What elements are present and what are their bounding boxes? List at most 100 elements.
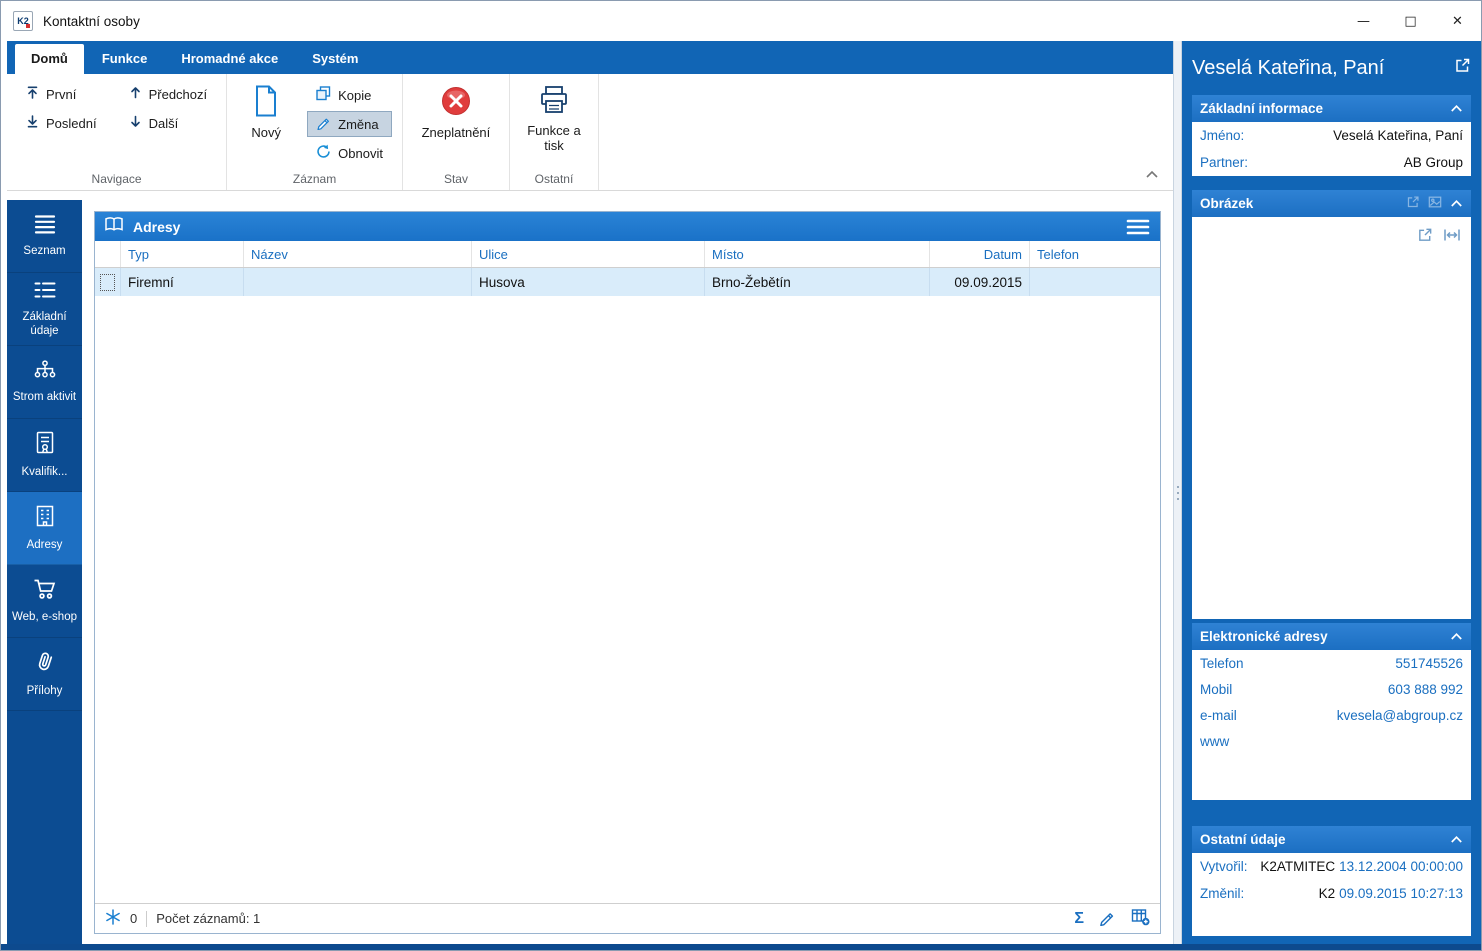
details-panel: Veselá Kateřina, Paní Základní informace… [1182, 41, 1481, 944]
change-record-button[interactable]: Změna [307, 111, 392, 137]
tab-funkce[interactable]: Funkce [86, 44, 164, 74]
sidebar-item-label: Přílohy [26, 684, 63, 697]
menu-icon [33, 214, 57, 239]
section-other-header[interactable]: Ostatní údaje [1192, 826, 1471, 853]
arrow-down-bar-icon [26, 115, 39, 131]
field-telefon: Telefon 551745526 [1192, 650, 1471, 676]
column-header-misto[interactable]: Místo [705, 241, 930, 267]
sidebar-item-seznam[interactable]: Seznam [7, 200, 82, 273]
maximize-button[interactable]: □ [1387, 1, 1434, 41]
collapse-chevron-icon[interactable] [1450, 832, 1463, 847]
mobile-link[interactable]: 603 888 992 [1388, 682, 1463, 697]
tree-icon [33, 360, 57, 385]
sidebar-item-label: Adresy [26, 538, 63, 551]
last-record-label: Poslední [46, 115, 97, 131]
previous-record-button[interactable]: Předchozí [120, 82, 217, 106]
picture-external-icon[interactable] [1417, 227, 1433, 248]
group-label-navigace: Navigace [91, 171, 142, 186]
section-title: Ostatní údaje [1200, 832, 1286, 847]
changed-date[interactable]: 09.09.2015 10:27:13 [1339, 886, 1463, 901]
column-header-datum[interactable]: Datum [930, 241, 1030, 267]
new-record-label: Nový [251, 124, 281, 140]
tab-domu[interactable]: Domů [15, 44, 84, 74]
previous-record-label: Předchozí [148, 86, 208, 102]
collapse-chevron-icon[interactable] [1450, 196, 1463, 211]
sidebar-item-prilohy[interactable]: Přílohy [7, 638, 82, 712]
section-electronic-header[interactable]: Elektronické adresy [1192, 623, 1471, 650]
field-label: Telefon [1200, 655, 1244, 671]
functions-print-button[interactable]: Funkce a tisk [520, 82, 588, 157]
tab-hromadne-akce[interactable]: Hromadné akce [165, 44, 294, 74]
created-date[interactable]: 13.12.2004 00:00:00 [1339, 859, 1463, 874]
ribbon-group-navigace: První Poslední Předchozí Další Navigace [7, 74, 228, 190]
arrow-up-icon [129, 86, 142, 102]
picture-open-icon[interactable] [1406, 195, 1420, 212]
sum-icon[interactable]: Σ [1074, 910, 1084, 928]
sidebar-item-strom-aktivit[interactable]: Strom aktivit [7, 346, 82, 420]
last-record-button[interactable]: Poslední [17, 111, 106, 135]
field-label: Vytvořil: [1200, 859, 1248, 874]
first-record-button[interactable]: První [17, 82, 106, 106]
window-title: Kontaktní osoby [43, 13, 140, 29]
titlebar: K2 Kontaktní osoby — □ ✕ [1, 1, 1481, 41]
field-label: www [1200, 733, 1230, 749]
section-other-body: Vytvořil: K2ATMITEC 13.12.2004 00:00:00 Z… [1192, 853, 1471, 936]
section-picture-header[interactable]: Obrázek [1192, 190, 1471, 217]
cell-ulice: Husova [472, 268, 705, 296]
group-label-zaznam: Záznam [292, 171, 337, 186]
sidebar-item-kvalifikace[interactable]: Kvalifik... [7, 419, 82, 493]
email-link[interactable]: kvesela@abgroup.cz [1337, 708, 1463, 723]
nav-sidebar: Seznam Základní údaje Strom aktivit Kval… [7, 200, 82, 944]
book-icon [104, 216, 124, 237]
section-title: Základní informace [1200, 101, 1324, 116]
section-other-info: Ostatní údaje Vytvořil: K2ATMITEC 13.12.2… [1192, 826, 1471, 936]
column-header-nazev[interactable]: Název [244, 241, 472, 267]
copy-record-button[interactable]: Kopie [307, 82, 392, 108]
copy-record-label: Kopie [338, 87, 372, 103]
section-title: Elektronické adresy [1200, 629, 1328, 644]
next-record-button[interactable]: Další [120, 111, 217, 135]
field-label: Partner: [1200, 155, 1249, 170]
table-row[interactable]: Firemní Husova Brno-Žebětín 09.09.2015 [95, 268, 1160, 296]
field-label: Jméno: [1200, 128, 1245, 143]
functions-print-label: Funkce a tisk [527, 122, 581, 153]
invalidate-button[interactable]: Zneplatnění [413, 82, 499, 144]
section-basic-header[interactable]: Základní informace [1192, 95, 1471, 122]
row-selector-cell[interactable] [95, 268, 121, 296]
snowflake-icon[interactable] [105, 909, 121, 928]
minimize-button[interactable]: — [1340, 1, 1387, 41]
changed-by-user: K2 [1318, 886, 1336, 901]
tab-system[interactable]: Systém [296, 44, 374, 74]
edit-icon[interactable] [1099, 909, 1116, 929]
field-label: Mobil [1200, 681, 1233, 697]
created-by-user: K2ATMITEC [1260, 859, 1336, 874]
collapse-chevron-icon[interactable] [1450, 101, 1463, 116]
column-header-typ[interactable]: Typ [121, 241, 244, 267]
fit-width-icon[interactable] [1443, 227, 1461, 248]
printer-icon [538, 85, 570, 119]
column-header-telefon[interactable]: Telefon [1030, 241, 1160, 267]
table-add-icon[interactable] [1131, 908, 1150, 929]
ribbon-tabs: Domů Funkce Hromadné akce Systém [7, 41, 1173, 74]
sidebar-item-adresy[interactable]: Adresy [7, 492, 82, 566]
table-empty-area [95, 296, 1160, 903]
phone-link[interactable]: 551745526 [1395, 656, 1463, 671]
new-record-button[interactable]: Nový [237, 82, 295, 144]
panel-menu-button[interactable] [1125, 218, 1151, 236]
next-record-label: Další [148, 115, 179, 131]
picture-area [1192, 217, 1471, 619]
flag-count: 0 [130, 911, 138, 926]
column-header-ulice[interactable]: Ulice [472, 241, 705, 267]
window-bottom-edge [1, 944, 1481, 950]
close-button[interactable]: ✕ [1434, 1, 1481, 41]
certificate-icon [34, 431, 56, 460]
sidebar-item-web-eshop[interactable]: Web, e-shop [7, 565, 82, 639]
sidebar-item-zakladni-udaje[interactable]: Základní údaje [7, 273, 82, 347]
panel-splitter[interactable] [1173, 41, 1182, 944]
refresh-record-button[interactable]: Obnovit [307, 140, 392, 166]
open-external-icon[interactable] [1454, 57, 1471, 79]
collapse-chevron-icon[interactable] [1450, 629, 1463, 644]
column-header-indicator [95, 241, 121, 267]
ribbon-collapse-button[interactable] [1145, 166, 1159, 184]
picture-image-icon[interactable] [1428, 195, 1442, 212]
